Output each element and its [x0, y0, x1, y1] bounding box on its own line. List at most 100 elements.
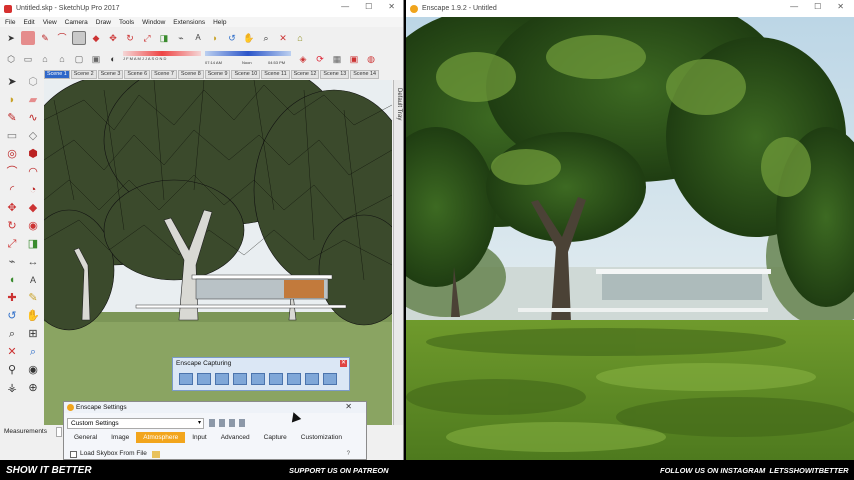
- dimension-tool-icon[interactable]: ↔: [25, 254, 41, 271]
- tab-image[interactable]: Image: [104, 432, 136, 443]
- scale-tool-icon[interactable]: ⤢: [4, 236, 20, 253]
- shadow-icon[interactable]: ◐: [106, 52, 120, 66]
- maximize-icon[interactable]: ☐: [365, 2, 372, 11]
- pie-tool-icon[interactable]: ◔: [25, 182, 41, 199]
- preset-select[interactable]: Custom Settings ▾: [67, 418, 204, 429]
- export-exe-icon[interactable]: [287, 373, 301, 385]
- arc-tool-icon[interactable]: ⌒: [4, 164, 20, 181]
- scale-icon[interactable]: ⤢: [140, 31, 154, 45]
- settings-close-icon[interactable]: ✕: [345, 402, 352, 411]
- enscape-render-view[interactable]: [406, 17, 854, 460]
- enscape-render-icon[interactable]: ◍: [364, 52, 378, 66]
- screenshot-icon[interactable]: [179, 373, 193, 385]
- scene-tab-9[interactable]: Scene 9: [204, 70, 231, 79]
- zoom-extents-tool-icon[interactable]: ✕: [4, 344, 20, 361]
- batch-render-icon[interactable]: [197, 373, 211, 385]
- close-icon[interactable]: ✕: [388, 2, 395, 11]
- scene-tab-11[interactable]: Scene 11: [261, 70, 290, 79]
- measurements-input[interactable]: [56, 427, 62, 437]
- move-tool-icon[interactable]: ✥: [4, 200, 20, 217]
- paint-bucket-icon[interactable]: ◗: [208, 31, 222, 45]
- pencil-icon[interactable]: ✎: [38, 31, 52, 45]
- select-tool-icon[interactable]: ➤: [4, 74, 20, 91]
- arc-icon[interactable]: ⌒: [55, 31, 69, 45]
- preset-load-icon[interactable]: [239, 419, 245, 427]
- shadow-time-slider[interactable]: [205, 51, 291, 56]
- select-icon[interactable]: ➤: [4, 31, 18, 45]
- enscape-sync-icon[interactable]: ⟳: [313, 52, 327, 66]
- follow-me-tool-icon[interactable]: ◉: [25, 218, 41, 235]
- right-view-icon[interactable]: ⌂: [55, 52, 69, 66]
- menu-help[interactable]: Help: [213, 19, 226, 26]
- warehouse-icon[interactable]: ⌂: [293, 31, 307, 45]
- 3d-text-tool-icon[interactable]: ✎: [25, 290, 41, 307]
- zoom-window-tool-icon[interactable]: ⊞: [25, 326, 41, 343]
- left-view-icon[interactable]: ▣: [89, 52, 103, 66]
- enscape-views-icon[interactable]: ▦: [330, 52, 344, 66]
- load-path-icon[interactable]: [251, 373, 265, 385]
- scene-tab-3[interactable]: Scene 3: [97, 70, 124, 79]
- preset-new-icon[interactable]: [209, 419, 215, 427]
- tape-measure-icon[interactable]: ⌁: [174, 31, 188, 45]
- menu-file[interactable]: File: [5, 19, 15, 26]
- rotate-icon[interactable]: ↻: [123, 31, 137, 45]
- polygon-tool-icon[interactable]: ⬢: [25, 146, 41, 163]
- export-web-icon[interactable]: [305, 373, 319, 385]
- axes-tool-icon[interactable]: ✚: [4, 290, 20, 307]
- freehand-tool-icon[interactable]: ∿: [25, 110, 41, 127]
- look-around-tool-icon[interactable]: ◉: [25, 362, 41, 379]
- scene-tab-8[interactable]: Scene 8: [177, 70, 204, 79]
- previous-view-tool-icon[interactable]: ⌕: [25, 344, 41, 361]
- push-pull-icon[interactable]: ◆: [89, 31, 103, 45]
- rotated-rect-tool-icon[interactable]: ◇: [25, 128, 41, 145]
- line-tool-icon[interactable]: ✎: [4, 110, 20, 127]
- settings-titlebar[interactable]: Enscape Settings: [64, 402, 366, 413]
- three-point-arc-tool-icon[interactable]: ◜: [4, 182, 20, 199]
- zoom-extents-icon[interactable]: ✕: [276, 31, 290, 45]
- default-tray[interactable]: Default Tray: [393, 80, 403, 425]
- eraser-icon[interactable]: [21, 31, 35, 45]
- offset-tool-icon[interactable]: ◨: [25, 236, 41, 253]
- enscape-start-icon[interactable]: ◈: [296, 52, 310, 66]
- text-icon[interactable]: A: [191, 31, 205, 45]
- walk-tool-icon[interactable]: ⚶: [4, 380, 20, 397]
- capturing-titlebar[interactable]: Enscape Capturing: [173, 358, 349, 369]
- save-path-icon[interactable]: [269, 373, 283, 385]
- menu-window[interactable]: Window: [142, 19, 165, 26]
- move-icon[interactable]: ✥: [106, 31, 120, 45]
- render-video-icon[interactable]: [233, 373, 247, 385]
- text-tool-icon[interactable]: A: [25, 272, 41, 289]
- front-view-icon[interactable]: ⌂: [38, 52, 52, 66]
- menu-draw[interactable]: Draw: [96, 19, 111, 26]
- orbit-icon[interactable]: ↺: [225, 31, 239, 45]
- rectangle-icon[interactable]: [72, 31, 86, 45]
- paint-tool-icon[interactable]: ◗: [4, 92, 20, 109]
- shadow-settings[interactable]: J F M A M J J A S O N D 07:14 AM Noon 04…: [123, 51, 293, 67]
- back-view-icon[interactable]: ▢: [72, 52, 86, 66]
- scene-tab-12[interactable]: Scene 12: [290, 70, 320, 79]
- push-pull-tool-icon[interactable]: ◆: [25, 200, 41, 217]
- eraser-tool-icon[interactable]: ▰: [25, 92, 41, 109]
- offset-icon[interactable]: ◨: [157, 31, 171, 45]
- position-camera-tool-icon[interactable]: ⚲: [4, 362, 20, 379]
- circle-tool-icon[interactable]: ◎: [4, 146, 20, 163]
- menu-tools[interactable]: Tools: [119, 19, 134, 26]
- folder-icon[interactable]: [152, 451, 160, 458]
- menu-extensions[interactable]: Extensions: [173, 19, 205, 26]
- video-editor-icon[interactable]: [215, 373, 229, 385]
- capturing-close-icon[interactable]: ✕: [340, 360, 347, 367]
- enscape-maximize-icon[interactable]: ☐: [814, 2, 821, 11]
- zoom-icon[interactable]: ⌕: [259, 31, 273, 45]
- menu-edit[interactable]: Edit: [23, 19, 34, 26]
- pan-tool-icon[interactable]: ✋: [25, 308, 41, 325]
- pan-icon[interactable]: ✋: [242, 31, 256, 45]
- load-skybox-checkbox[interactable]: [70, 451, 77, 458]
- preset-save-as-icon[interactable]: [229, 419, 235, 427]
- top-view-icon[interactable]: ▭: [21, 52, 35, 66]
- tab-input[interactable]: Input: [185, 432, 213, 443]
- two-point-arc-tool-icon[interactable]: ◠: [25, 164, 41, 181]
- orbit-tool-icon[interactable]: ↺: [4, 308, 20, 325]
- protractor-tool-icon[interactable]: ◖: [4, 272, 20, 289]
- enscape-close-icon[interactable]: ✕: [837, 2, 844, 11]
- scene-tab-14[interactable]: Scene 14: [350, 70, 379, 79]
